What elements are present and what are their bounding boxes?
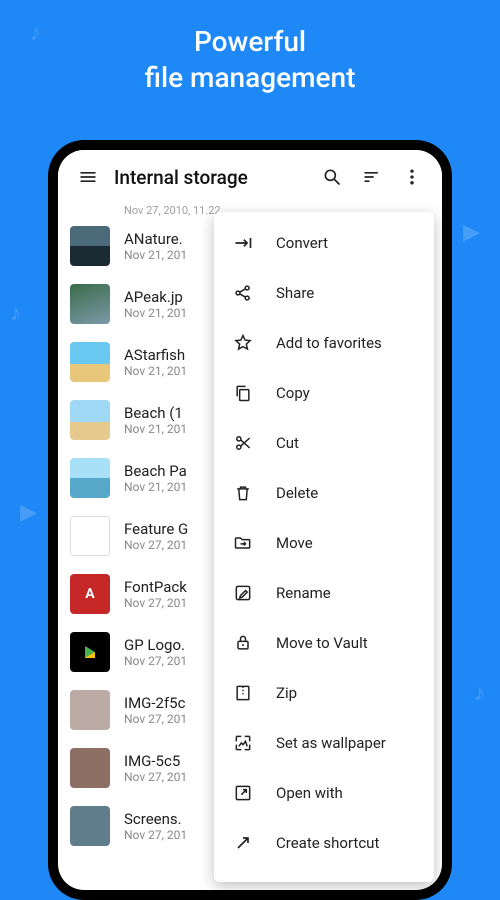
thumbnail-icon — [70, 632, 110, 672]
context-menu: Convert Share Add to favorites Copy Cut … — [214, 212, 434, 882]
promo-title: Powerful file management — [0, 0, 500, 129]
thumbnail-icon — [70, 748, 110, 788]
search-icon[interactable] — [312, 157, 352, 197]
menu-delete[interactable]: Delete — [214, 468, 434, 518]
menu-favorites[interactable]: Add to favorites — [214, 318, 434, 368]
thumbnail-icon — [70, 284, 110, 324]
menu-zip[interactable]: Zip — [214, 668, 434, 718]
file-date: Nov 21, 201 — [124, 422, 187, 436]
phone-frame: Internal storage Nov 27, 2010, 11.22 ANa… — [48, 140, 452, 900]
menu-label: Rename — [276, 584, 331, 602]
menu-label: Create shortcut — [276, 834, 379, 852]
menu-vault[interactable]: Move to Vault — [214, 618, 434, 668]
convert-icon — [232, 232, 254, 254]
file-date: Nov 21, 201 — [124, 480, 187, 494]
thumbnail-icon — [70, 342, 110, 382]
file-date: Nov 21, 201 — [124, 248, 187, 262]
menu-label: Copy — [276, 384, 310, 402]
move-icon — [232, 532, 254, 554]
menu-convert[interactable]: Convert — [214, 218, 434, 268]
file-date: Nov 27, 201 — [124, 770, 187, 784]
file-date: Nov 27, 201 — [124, 538, 188, 552]
thumbnail-icon: A — [70, 574, 110, 614]
file-name: IMG-5c5 — [124, 752, 187, 770]
promo-line-1: Powerful — [0, 24, 500, 60]
thumbnail-icon — [70, 516, 110, 556]
menu-move[interactable]: Move — [214, 518, 434, 568]
file-name: Beach Pa — [124, 462, 187, 480]
menu-label: Convert — [276, 234, 328, 252]
shortcut-icon — [232, 832, 254, 854]
thumbnail-icon — [70, 400, 110, 440]
menu-rename[interactable]: Rename — [214, 568, 434, 618]
menu-label: Zip — [276, 684, 297, 702]
menu-icon[interactable] — [68, 157, 108, 197]
file-name: APeak.jp — [124, 288, 187, 306]
thumbnail-icon — [70, 458, 110, 498]
menu-label: Set as wallpaper — [276, 734, 386, 752]
share-icon — [232, 282, 254, 304]
zip-icon — [232, 682, 254, 704]
menu-label: Share — [276, 284, 314, 302]
file-date: Nov 21, 201 — [124, 306, 187, 320]
screen: Internal storage Nov 27, 2010, 11.22 ANa… — [58, 150, 442, 890]
openwith-icon — [232, 782, 254, 804]
file-name: Feature G — [124, 520, 188, 538]
menu-openwith[interactable]: Open with — [214, 768, 434, 818]
file-name: GP Logo. — [124, 636, 187, 654]
menu-label: Move to Vault — [276, 634, 368, 652]
menu-properties[interactable]: Properties — [214, 868, 434, 882]
menu-label: Move — [276, 534, 313, 552]
lock-icon — [232, 632, 254, 654]
promo-line-2: file management — [0, 60, 500, 96]
appbar-title: Internal storage — [108, 166, 312, 189]
menu-share[interactable]: Share — [214, 268, 434, 318]
sort-icon[interactable] — [352, 157, 392, 197]
wallpaper-icon — [232, 732, 254, 754]
menu-label: Add to favorites — [276, 334, 382, 352]
file-date: Nov 27, 201 — [124, 596, 187, 610]
menu-copy[interactable]: Copy — [214, 368, 434, 418]
file-name: Screens. — [124, 810, 187, 828]
menu-wallpaper[interactable]: Set as wallpaper — [214, 718, 434, 768]
file-date: Nov 27, 201 — [124, 828, 187, 842]
menu-cut[interactable]: Cut — [214, 418, 434, 468]
copy-icon — [232, 382, 254, 404]
appbar: Internal storage — [58, 150, 442, 204]
file-date: Nov 21, 201 — [124, 364, 187, 378]
menu-shortcut[interactable]: Create shortcut — [214, 818, 434, 868]
file-name: AStarfish — [124, 346, 187, 364]
menu-label: Cut — [276, 434, 299, 452]
more-icon[interactable] — [392, 157, 432, 197]
menu-label: Open with — [276, 784, 343, 802]
star-icon — [232, 332, 254, 354]
file-date: Nov 27, 201 — [124, 712, 187, 726]
delete-icon — [232, 482, 254, 504]
file-name: FontPack — [124, 578, 187, 596]
rename-icon — [232, 582, 254, 604]
thumbnail-icon — [70, 806, 110, 846]
cut-icon — [232, 432, 254, 454]
file-name: IMG-2f5c — [124, 694, 187, 712]
thumbnail-icon — [70, 690, 110, 730]
menu-label: Delete — [276, 484, 318, 502]
file-name: Beach (1 — [124, 404, 187, 422]
file-name: ANature. — [124, 230, 187, 248]
file-date: Nov 27, 201 — [124, 654, 187, 668]
thumbnail-icon — [70, 226, 110, 266]
